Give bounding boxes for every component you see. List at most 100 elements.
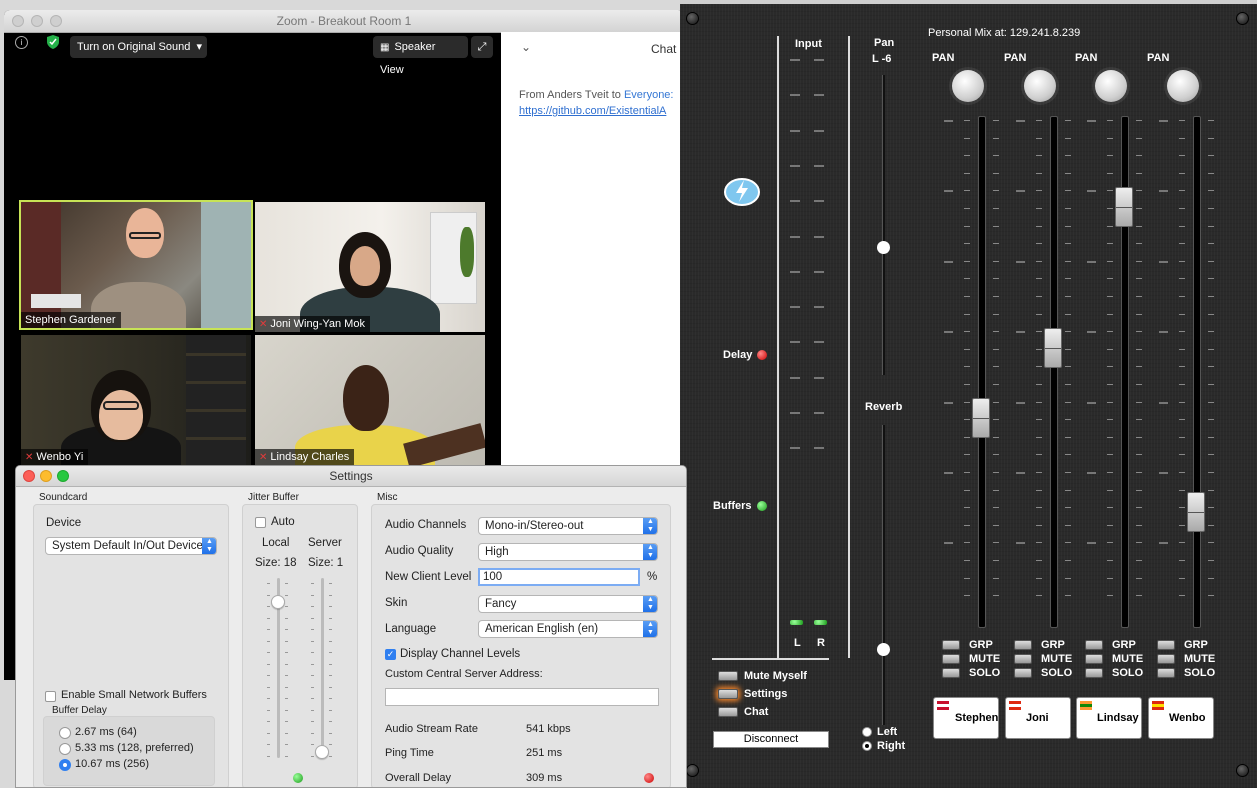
fader-scale-tick [993,261,999,262]
grid-icon: ▦ [380,42,390,53]
small-buffers-checkbox[interactable] [45,691,56,702]
slider-tick [267,744,270,745]
fader-scale-tick [1179,384,1185,385]
pan-knob[interactable] [1024,70,1056,102]
volume-fader[interactable] [1115,187,1133,227]
buffer-option-radio[interactable] [59,743,71,755]
channel-name-card[interactable]: Joni [1005,697,1071,739]
audio-channels-select[interactable]: Mono-in/Stereo-out ▲ ▼ [478,517,658,535]
fader-scale-tick [1036,454,1042,455]
display-levels-checkbox[interactable]: ✓ [385,649,396,660]
minimize-window-button[interactable] [31,15,43,27]
zoom-window-button[interactable] [57,470,69,482]
server-jitter-slider-handle[interactable] [315,745,329,759]
mute-toggle[interactable] [1157,654,1175,664]
fader-scale-tick [993,454,999,455]
grp-toggle[interactable] [942,640,960,650]
pan-knob[interactable] [1167,70,1199,102]
misc-group: Audio Channels Mono-in/Stereo-out ▲ ▼ Aud… [371,504,671,787]
solo-toggle[interactable] [1014,668,1032,678]
info-icon[interactable]: i [15,36,28,49]
fader-scale-tick [1107,419,1113,420]
local-jitter-slider-handle[interactable] [271,595,285,609]
fader-scale-tick [1107,138,1113,139]
solo-toggle[interactable] [1157,668,1175,678]
video-tile[interactable]: ✕ Lindsay Charles [255,335,485,465]
settings-toggle[interactable] [718,689,738,699]
buffer-option-radio[interactable] [59,759,71,771]
channel-name-card[interactable]: Wenbo [1148,697,1214,739]
reverb-right-radio[interactable] [862,741,872,751]
slider-tick [267,675,270,676]
buffer-option-radio[interactable] [59,727,71,739]
mute-toggle[interactable] [942,654,960,664]
volume-fader[interactable] [972,398,990,438]
fullscreen-button[interactable]: ⤢ [471,36,493,58]
fader-scale-tick [993,173,999,174]
channel-name-card[interactable]: Stephen [933,697,999,739]
fader-scale-tick [1179,560,1185,561]
mute-myself-toggle[interactable] [718,671,738,681]
fader-scale-tick [1036,437,1042,438]
solo-toggle[interactable] [1085,668,1103,678]
volume-fader[interactable] [1187,492,1205,532]
fader-scale-tick [993,490,999,491]
pan-knob[interactable] [952,70,984,102]
channel-name-card[interactable]: Lindsay [1076,697,1142,739]
fader-scale-tick [1208,226,1214,227]
disconnect-button[interactable]: Disconnect [713,731,829,748]
close-window-button[interactable] [12,15,24,27]
device-select[interactable]: System Default In/Out Devices ▲ ▼ [45,537,217,555]
grp-toggle[interactable] [1014,640,1032,650]
fader-scale-tick [1065,349,1071,350]
fader-scale-tick [1107,314,1113,315]
minimize-window-button[interactable] [40,470,52,482]
pan-slider-handle[interactable] [877,241,890,254]
central-server-input[interactable] [385,688,659,706]
chat-toggle[interactable] [718,707,738,717]
auto-checkbox[interactable] [255,517,266,528]
solo-toggle[interactable] [942,668,960,678]
mute-toggle[interactable] [1085,654,1103,664]
fader-scale-tick [1208,402,1214,403]
slider-tick [329,710,332,711]
close-window-button[interactable] [23,470,35,482]
audio-channels-label: Audio Channels [385,519,467,531]
reverb-slider-handle[interactable] [877,643,890,656]
muted-mic-icon: ✕ [259,452,268,463]
zoom-window-button[interactable] [50,15,62,27]
language-select[interactable]: American English (en) ▲ ▼ [478,620,658,638]
video-tile[interactable]: ✕ Joni Wing-Yan Mok [255,202,485,332]
fader-scale-tick [1065,314,1071,315]
original-sound-button[interactable]: Turn on Original Sound ▾ [70,36,207,58]
video-tile[interactable]: ✕ Wenbo Yi [21,335,251,465]
pan-knob[interactable] [1095,70,1127,102]
meter-segment [814,306,824,308]
fader-scale-tick [993,138,999,139]
fader-scale-tick [1036,155,1042,156]
video-tile[interactable]: Stephen Gardener [19,200,253,330]
chevron-down-icon[interactable]: ⌄ [521,40,531,54]
grp-label: GRP [1184,639,1208,651]
mute-toggle[interactable] [1014,654,1032,664]
audio-quality-select[interactable]: High ▲ ▼ [478,543,658,561]
chat-message-link[interactable]: https://github.com/ExistentialA [519,105,666,117]
fader-scale-marker [1087,331,1096,333]
slider-tick [267,652,270,653]
skin-select[interactable]: Fancy ▲ ▼ [478,595,658,613]
speaker-view-button[interactable]: ▦ Speaker View [373,36,468,76]
new-client-level-input[interactable]: 100 [478,568,640,586]
reverb-left-radio[interactable] [862,727,872,737]
fader-scale-tick [1107,296,1113,297]
chat-recipient-link[interactable]: Everyone: [624,89,674,101]
fader-scale-tick [1179,331,1185,332]
volume-fader[interactable] [1044,328,1062,368]
solo-label: SOLO [1184,667,1216,679]
grp-toggle[interactable] [1157,640,1175,650]
fader-track [1193,116,1201,628]
grp-toggle[interactable] [1085,640,1103,650]
overall-delay-label: Overall Delay [385,772,452,784]
fader-scale-tick [1065,366,1071,367]
chevron-down-icon[interactable]: ▾ [196,36,202,58]
shield-icon[interactable] [42,34,64,56]
